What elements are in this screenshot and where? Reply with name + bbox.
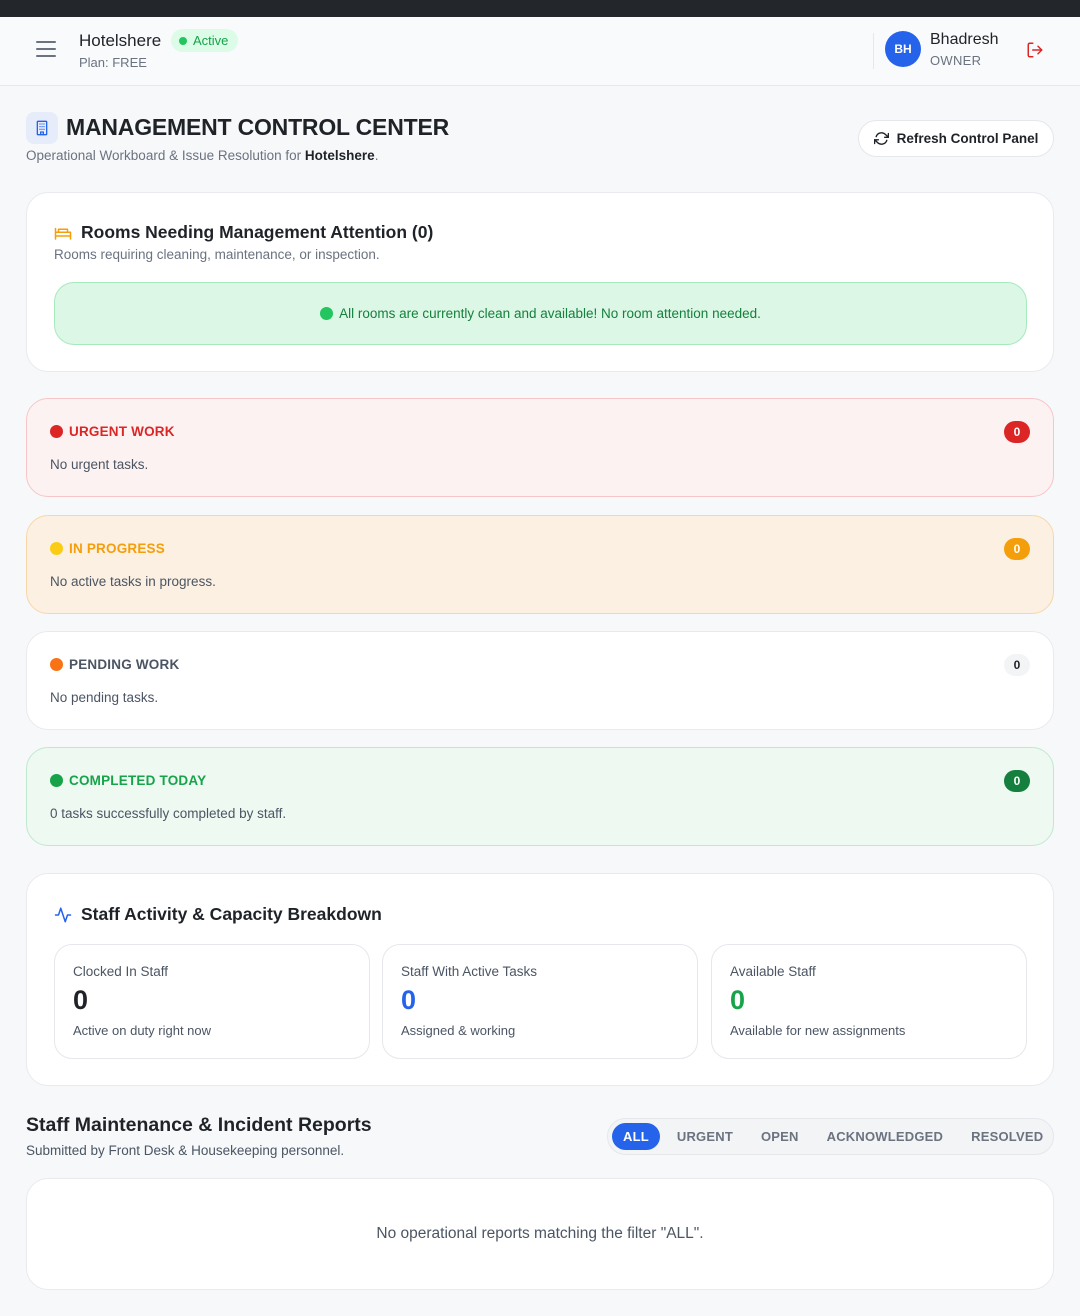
stat-clocked-in: Clocked In Staff 0 Active on duty right … xyxy=(54,944,370,1059)
subtitle-prefix: Operational Workboard & Issue Resolution… xyxy=(26,148,305,163)
staff-activity-title-text: Staff Activity & Capacity Breakdown xyxy=(81,904,382,924)
rooms-attention-card: Rooms Needing Management Attention (0) R… xyxy=(26,192,1054,372)
urgent-work-title: URGENT WORK xyxy=(50,424,175,439)
filter-all[interactable]: ALL xyxy=(612,1123,660,1150)
in-progress-card: IN PROGRESS No active tasks in progress.… xyxy=(26,515,1054,614)
hotel-name: Hotelshere xyxy=(79,31,162,50)
completed-today-desc: 0 tasks successfully completed by staff. xyxy=(50,806,287,821)
activity-icon xyxy=(54,907,72,922)
staff-activity-card: Staff Activity & Capacity Breakdown Cloc… xyxy=(26,873,1054,1086)
in-progress-count-badge: 0 xyxy=(1004,538,1030,560)
window-top-strip xyxy=(0,0,1080,17)
urgent-work-label: URGENT WORK xyxy=(69,424,175,439)
rooms-subtitle: Rooms requiring cleaning, maintenance, o… xyxy=(54,247,380,262)
status-dot-icon xyxy=(179,37,187,45)
status-badge: Active xyxy=(171,29,239,52)
page-subtitle: Operational Workboard & Issue Resolution… xyxy=(26,148,378,163)
in-progress-desc: No active tasks in progress. xyxy=(50,574,216,589)
refresh-icon xyxy=(873,132,889,145)
staff-activity-title: Staff Activity & Capacity Breakdown xyxy=(54,904,382,925)
pending-count-badge: 0 xyxy=(1004,654,1030,676)
app-header: Hotelshere Active Plan: FREE BH Bhadresh… xyxy=(0,17,1080,86)
stat-value: 0 xyxy=(730,985,746,1015)
user-name: Bhadresh xyxy=(930,31,999,48)
reports-list: No operational reports matching the filt… xyxy=(26,1178,1054,1290)
stat-note: Assigned & working xyxy=(401,1023,516,1038)
menu-icon[interactable] xyxy=(36,41,56,59)
filter-acknowledged[interactable]: ACKNOWLEDGED xyxy=(816,1123,955,1150)
yellow-circle-icon xyxy=(50,542,63,555)
stat-available-staff: Available Staff 0 Available for new assi… xyxy=(711,944,1027,1059)
pending-work-label: PENDING WORK xyxy=(69,657,180,672)
subtitle-suffix: . xyxy=(374,148,379,163)
building-icon xyxy=(26,112,58,144)
completed-today-title: COMPLETED TODAY xyxy=(50,773,206,788)
green-circle-icon xyxy=(320,307,334,320)
pending-work-card: PENDING WORK No pending tasks. 0 xyxy=(26,631,1054,730)
urgent-count-badge: 0 xyxy=(1004,421,1030,443)
in-progress-label: IN PROGRESS xyxy=(69,541,165,556)
pending-work-title: PENDING WORK xyxy=(50,657,179,672)
plan-label: Plan: FREE xyxy=(79,55,147,70)
stat-label: Available Staff xyxy=(730,964,816,979)
reports-empty-message: No operational reports matching the filt… xyxy=(376,1225,704,1242)
green-circle-icon xyxy=(50,774,63,787)
urgent-work-card: URGENT WORK No urgent tasks. 0 xyxy=(26,398,1054,497)
logout-icon[interactable] xyxy=(1026,41,1044,59)
report-filter-bar: ALL URGENT OPEN ACKNOWLEDGED RESOLVED xyxy=(607,1118,1054,1155)
stat-label: Clocked In Staff xyxy=(73,964,169,979)
stat-value: 0 xyxy=(401,985,417,1015)
refresh-label: Refresh Control Panel xyxy=(896,131,1039,146)
stat-note: Available for new assignments xyxy=(730,1023,906,1038)
stat-active-tasks: Staff With Active Tasks 0 Assigned & wor… xyxy=(382,944,698,1059)
urgent-work-desc: No urgent tasks. xyxy=(50,457,149,472)
red-circle-icon xyxy=(50,425,63,438)
filter-open[interactable]: OPEN xyxy=(750,1123,810,1150)
avatar[interactable]: BH xyxy=(885,31,921,67)
orange-circle-icon xyxy=(50,658,63,671)
bed-icon xyxy=(54,227,72,240)
status-text: Active xyxy=(193,33,229,48)
reports-subtitle: Submitted by Front Desk & Housekeeping p… xyxy=(26,1143,345,1158)
filter-resolved[interactable]: RESOLVED xyxy=(960,1123,1054,1150)
stat-value: 0 xyxy=(73,985,89,1015)
subtitle-hotel: Hotelshere xyxy=(304,148,375,163)
stat-label: Staff With Active Tasks xyxy=(401,964,538,979)
refresh-control-panel-button[interactable]: Refresh Control Panel xyxy=(858,120,1054,157)
in-progress-title: IN PROGRESS xyxy=(50,541,165,556)
rooms-alert-text: All rooms are currently clean and availa… xyxy=(339,306,761,321)
rooms-title-text: Rooms Needing Management Attention (0) xyxy=(81,222,434,242)
header-divider xyxy=(873,33,874,69)
completed-today-card: COMPLETED TODAY 0 tasks successfully com… xyxy=(26,747,1054,846)
filter-urgent[interactable]: URGENT xyxy=(666,1123,744,1150)
reports-title: Staff Maintenance & Incident Reports xyxy=(26,1114,372,1136)
page-title: MANAGEMENT CONTROL CENTER xyxy=(66,114,450,140)
completed-count-badge: 0 xyxy=(1004,770,1030,792)
rooms-title: Rooms Needing Management Attention (0) xyxy=(54,222,433,243)
user-role: OWNER xyxy=(930,53,982,68)
completed-today-label: COMPLETED TODAY xyxy=(69,773,207,788)
rooms-clean-alert: All rooms are currently clean and availa… xyxy=(54,282,1027,345)
stat-note: Active on duty right now xyxy=(73,1023,212,1038)
pending-work-desc: No pending tasks. xyxy=(50,690,159,705)
